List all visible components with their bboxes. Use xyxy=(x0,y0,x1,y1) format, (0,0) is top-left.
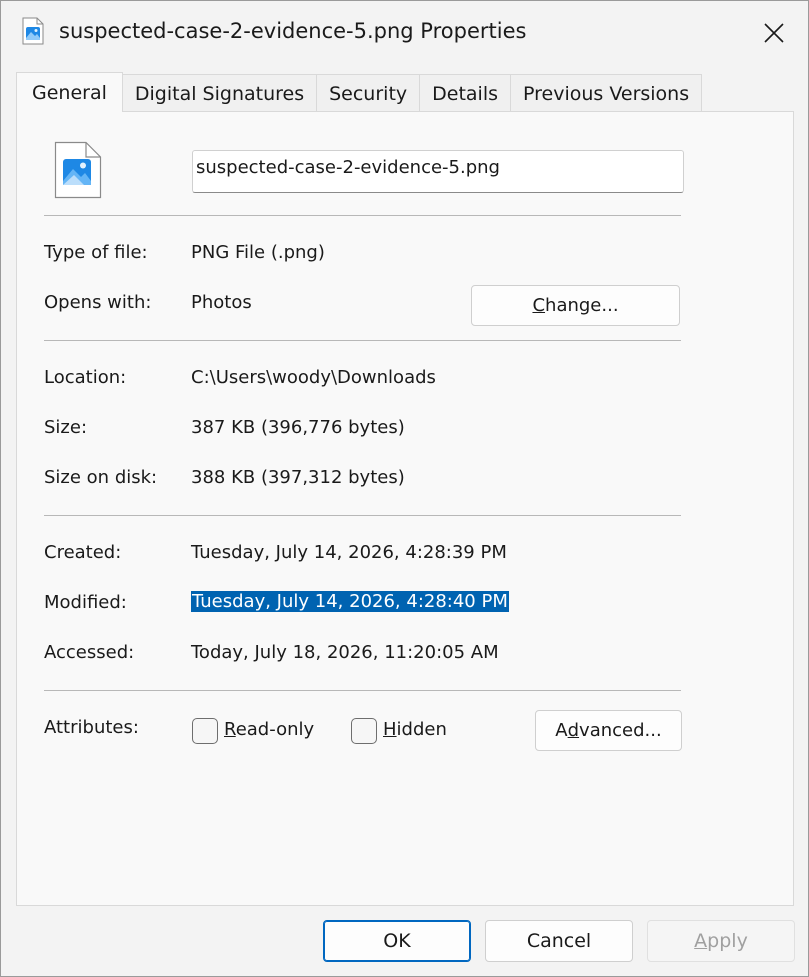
hidden-text: idden xyxy=(396,719,447,740)
apply-button[interactable]: Apply xyxy=(647,920,795,962)
hidden-key: H xyxy=(383,719,397,740)
change-button-label: hange... xyxy=(545,295,619,316)
modified-label: Modified: xyxy=(44,592,127,613)
created-value[interactable]: Tuesday, July 14, 2026, 4:28:39 PM xyxy=(191,542,507,563)
read-only-text: ead-only xyxy=(235,719,315,740)
advanced-button[interactable]: Ad vanced... xyxy=(535,710,682,751)
modified-value[interactable]: Tuesday, July 14, 2026, 4:28:40 PM xyxy=(191,591,509,612)
close-icon xyxy=(764,23,784,43)
tab-strip: General Digital Signatures Security Deta… xyxy=(16,72,703,112)
opens-with-value: Photos xyxy=(191,292,252,313)
tab-digital-signatures[interactable]: Digital Signatures xyxy=(122,74,318,112)
close-button[interactable] xyxy=(745,11,803,55)
hidden-checkbox[interactable] xyxy=(351,718,377,744)
opens-with-label: Opens with: xyxy=(44,292,152,313)
size-label: Size: xyxy=(44,417,88,438)
tab-security[interactable]: Security xyxy=(317,74,421,112)
properties-dialog: suspected-case-2-evidence-5.png Properti… xyxy=(0,0,809,977)
size-on-disk-value: 388 KB (397,312 bytes) xyxy=(191,467,405,488)
advanced-button-key: d xyxy=(567,720,580,741)
size-value: 387 KB (396,776 bytes) xyxy=(191,417,405,438)
advanced-button-post: vanced... xyxy=(579,720,662,741)
type-of-file-value: PNG File (.png) xyxy=(191,242,325,263)
cancel-button[interactable]: Cancel xyxy=(485,920,633,962)
size-on-disk-label: Size on disk: xyxy=(44,467,158,488)
attributes-label: Attributes: xyxy=(44,717,139,738)
accessed-value[interactable]: Today, July 18, 2026, 11:20:05 AM xyxy=(191,642,499,663)
separator xyxy=(44,690,681,691)
read-only-checkbox[interactable] xyxy=(192,718,218,744)
accessed-label: Accessed: xyxy=(44,642,135,663)
type-of-file-label: Type of file: xyxy=(44,242,148,263)
window-title: suspected-case-2-evidence-5.png Properti… xyxy=(59,19,527,43)
png-file-icon xyxy=(54,141,102,199)
location-value: C:\Users\woody\Downloads xyxy=(191,367,436,388)
general-panel: Type of file: PNG File (.png) Opens with… xyxy=(16,111,794,906)
image-file-icon xyxy=(22,17,44,45)
read-only-key: R xyxy=(224,719,236,740)
tab-general[interactable]: General xyxy=(16,72,123,112)
separator xyxy=(44,215,681,216)
tab-previous-versions[interactable]: Previous Versions xyxy=(511,74,703,112)
change-button[interactable]: Change... xyxy=(471,285,680,326)
change-button-key: C xyxy=(532,295,546,316)
apply-key: A xyxy=(694,930,708,952)
ok-button[interactable]: OK xyxy=(323,920,471,962)
separator xyxy=(44,515,681,516)
hidden-label[interactable]: Hidden xyxy=(383,719,447,740)
file-name-input[interactable] xyxy=(192,150,684,193)
location-label: Location: xyxy=(44,367,127,388)
apply-text: pply xyxy=(707,930,748,952)
read-only-label[interactable]: Read-only xyxy=(224,719,314,740)
created-label: Created: xyxy=(44,542,122,563)
title-bar: suspected-case-2-evidence-5.png Properti… xyxy=(1,1,808,65)
separator xyxy=(44,340,681,341)
advanced-button-pre: A xyxy=(555,720,568,741)
tab-details[interactable]: Details xyxy=(420,74,512,112)
